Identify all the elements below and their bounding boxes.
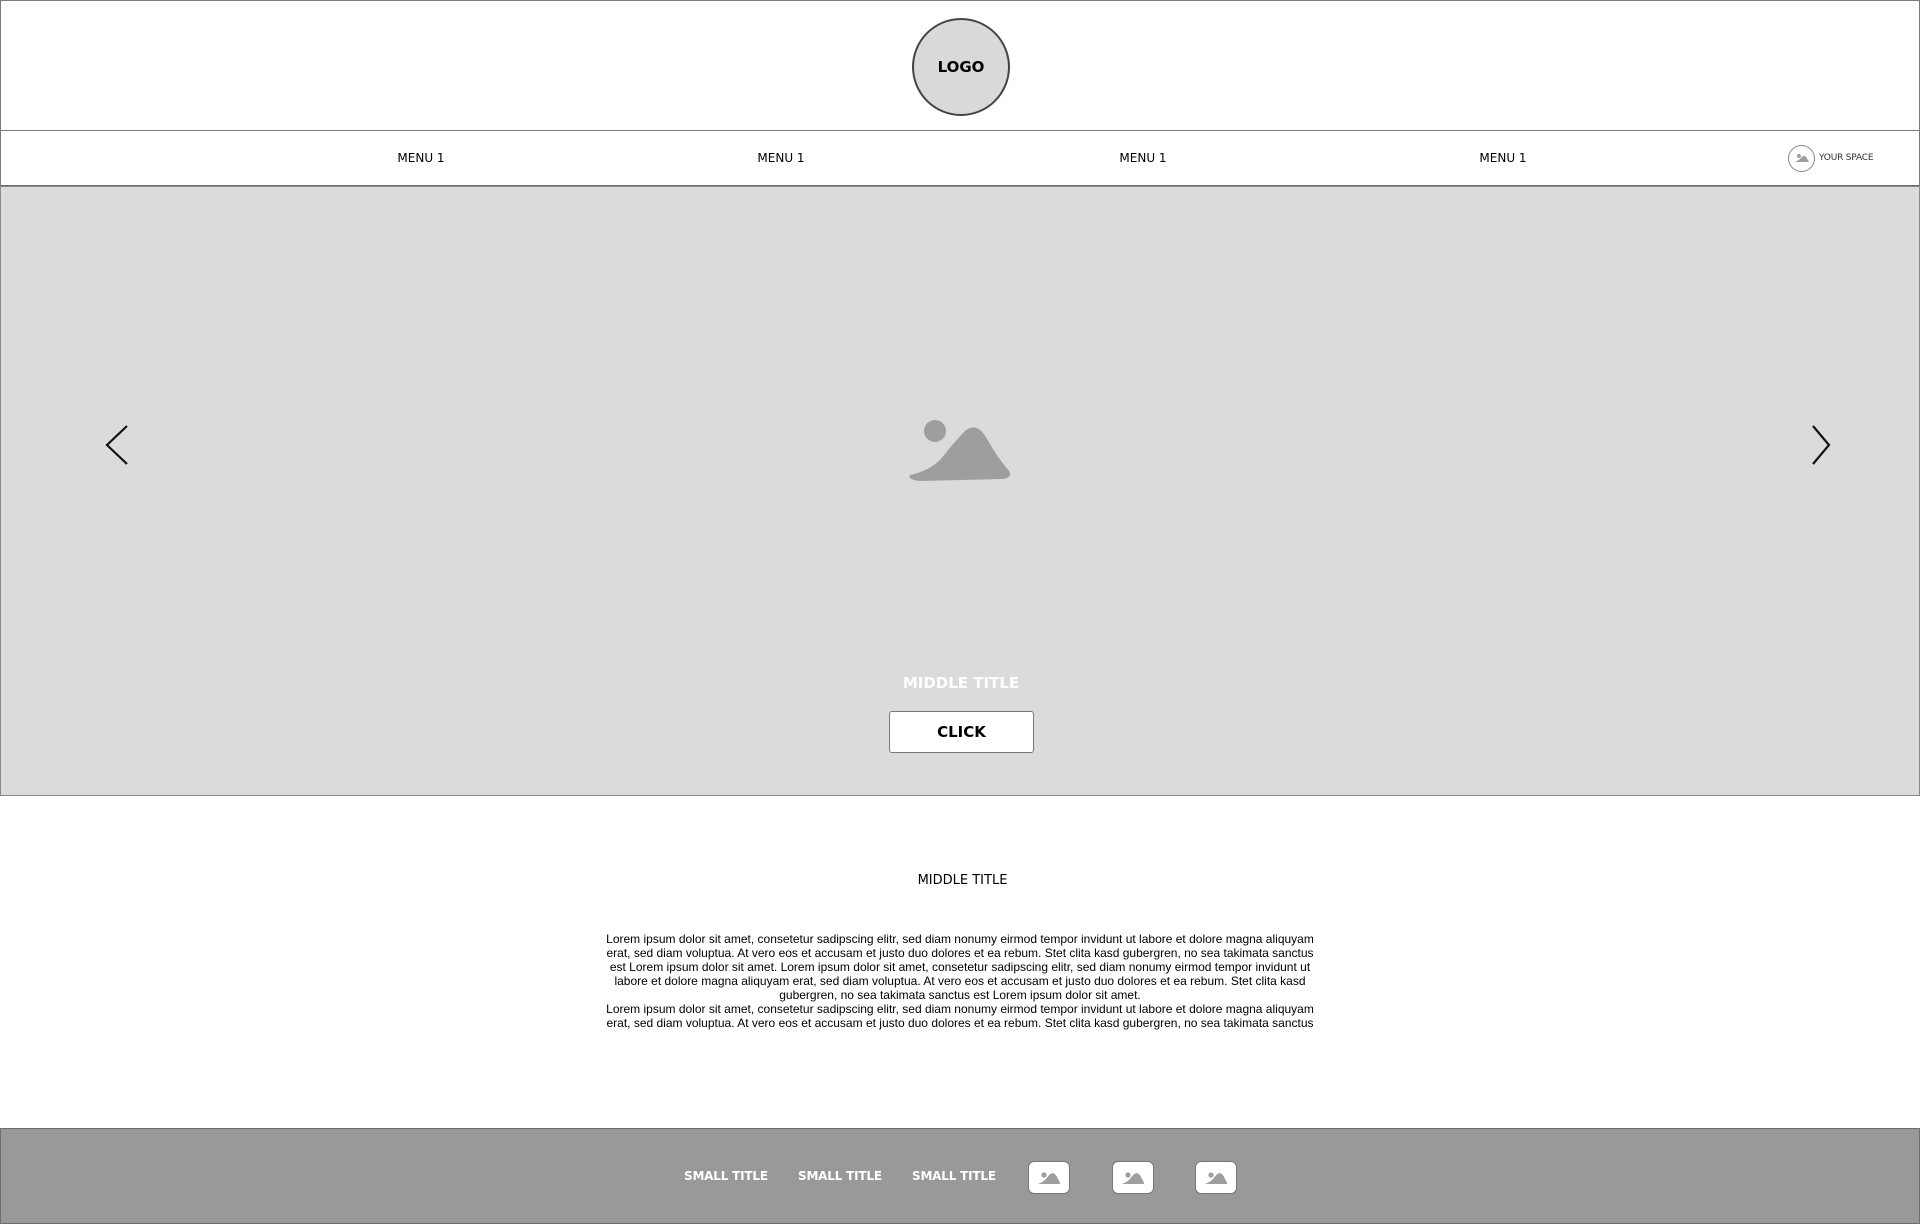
section-title: MIDDLE TITLE (917, 873, 1008, 888)
your-space-link[interactable]: YOUR SPACE (1788, 144, 1874, 172)
your-space-label: YOUR SPACE (1819, 153, 1874, 163)
chevron-right-icon[interactable] (1809, 424, 1835, 466)
footer-link-1[interactable]: SMALL TITLE (684, 1129, 768, 1223)
hero-carousel: MIDDLE TITLE CLICK (0, 186, 1920, 796)
hero-title: MIDDLE TITLE (902, 674, 1020, 692)
image-placeholder-icon (907, 415, 1013, 483)
body-paragraph-1: Lorem ipsum dolor sit amet, consetetur s… (606, 932, 1314, 1002)
chevron-left-icon[interactable] (101, 424, 135, 466)
main-nav: MENU 1 MENU 1 MENU 1 MENU 1 YOUR SPACE (0, 130, 1920, 187)
hero-cta-button[interactable]: CLICK (889, 711, 1034, 753)
social-image-icon-3[interactable] (1195, 1161, 1237, 1194)
body-text: Lorem ipsum dolor sit amet, consetetur s… (600, 932, 1320, 1030)
avatar-icon (1788, 144, 1815, 172)
nav-menu-item-3[interactable]: MENU 1 (1119, 131, 1166, 186)
nav-menu-item-2[interactable]: MENU 1 (757, 131, 804, 186)
nav-menu-item-4[interactable]: MENU 1 (1479, 131, 1526, 186)
footer-link-3[interactable]: SMALL TITLE (912, 1129, 996, 1223)
social-image-icon-2[interactable] (1112, 1161, 1154, 1194)
site-footer: SMALL TITLE SMALL TITLE SMALL TITLE (0, 1128, 1920, 1224)
body-paragraph-2: Lorem ipsum dolor sit amet, consetetur s… (606, 1002, 1314, 1030)
site-header: LOGO (0, 0, 1920, 131)
social-image-icon-1[interactable] (1028, 1161, 1070, 1194)
footer-link-2[interactable]: SMALL TITLE (798, 1129, 882, 1223)
logo[interactable]: LOGO (912, 18, 1010, 116)
nav-menu-item-1[interactable]: MENU 1 (397, 131, 444, 186)
logo-label: LOGO (937, 58, 985, 76)
